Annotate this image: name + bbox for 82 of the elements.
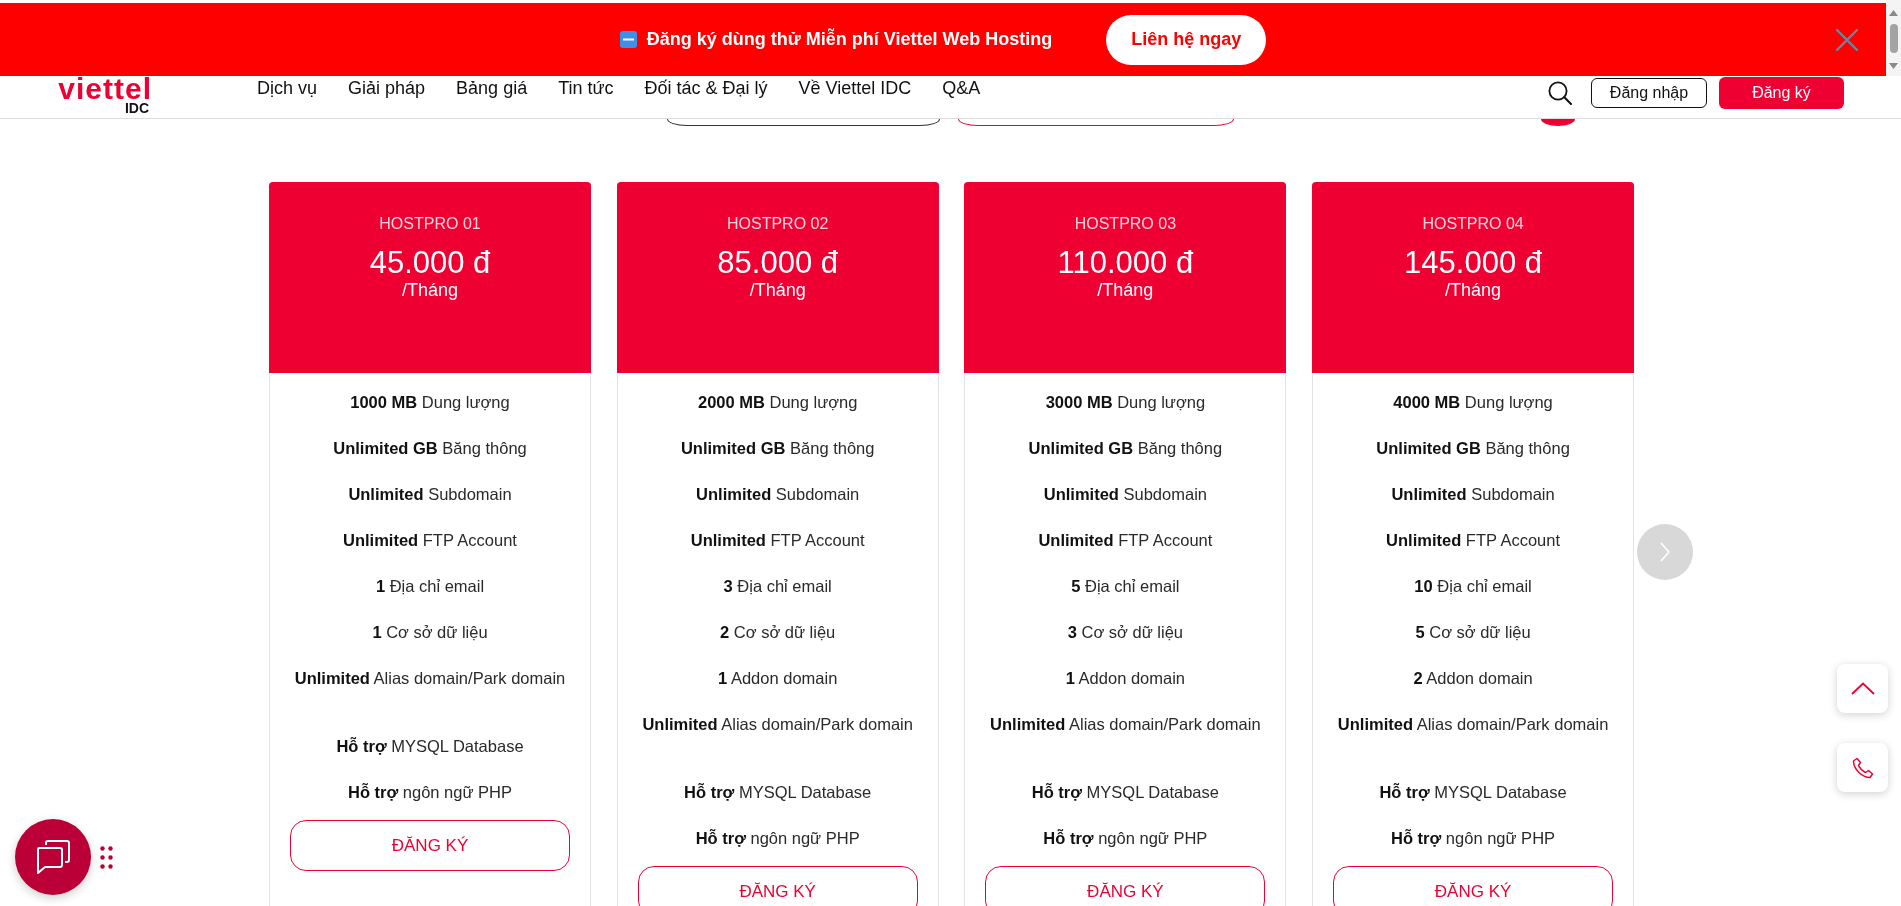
price-period: /Tháng (1097, 279, 1154, 301)
feature-text: Unlimited GB Băng thông (680, 438, 875, 458)
plan-price: 110.000 đ (1057, 246, 1194, 279)
scroll-down-icon[interactable] (1889, 63, 1898, 69)
feature-text: 3 Địa chỉ email (723, 576, 832, 596)
plan-name: HOSTPRO 03 (1074, 214, 1177, 234)
feature-text: Hỗ trợ MYSQL Database (1379, 782, 1567, 802)
logo-subtitle: IDC (124, 101, 149, 116)
register-button[interactable]: ĐĂNG KÝ (985, 866, 1266, 906)
feature-text: 4000 MB Dung lượng (1393, 392, 1553, 412)
logo-wordmark[interactable]: viettel (58, 77, 152, 101)
feature-text: Unlimited Subdomain (1043, 484, 1207, 504)
feature-text: 5 Cơ sở dữ liệu (1415, 622, 1531, 642)
feature-text: Unlimited GB Băng thông (1376, 438, 1570, 458)
feature-text: Hỗ trợ MYSQL Database (336, 736, 524, 756)
call-button[interactable] (1837, 743, 1888, 792)
feature-text: Hỗ trợ MYSQL Database (684, 782, 872, 802)
feature-text: Hỗ trợ MYSQL Database (1031, 782, 1219, 802)
feature-text: 5 Địa chỉ email (1071, 576, 1180, 596)
feature-text: Unlimited Alias domain/Park domain (642, 714, 913, 734)
nav-link[interactable]: Bảng giá (456, 77, 528, 99)
nav-link[interactable]: Giải pháp (348, 77, 426, 99)
feature-text: 1 Addon domain (718, 668, 838, 688)
drag-handle-icon[interactable] (100, 846, 113, 869)
plan-price: 85.000 đ (717, 246, 838, 279)
price-period: /Tháng (749, 279, 806, 301)
feature-text: Hỗ trợ ngôn ngữ PHP (1391, 828, 1556, 848)
feature-text: Unlimited Subdomain (1391, 484, 1555, 504)
scrollbar-thumb[interactable] (1889, 24, 1898, 53)
banner-text: Đăng ký dùng thử Miễn phí Viettel Web Hosting (646, 29, 1053, 50)
feature-text: 1000 MB Dung lượng (350, 392, 510, 412)
plan-name: HOSTPRO 02 (727, 214, 829, 234)
nav-link[interactable]: Q&A (942, 77, 981, 99)
plan-name: HOSTPRO 01 (379, 214, 481, 234)
feature-text: 2000 MB Dung lượng (697, 392, 858, 412)
feature-text: Unlimited Subdomain (696, 484, 860, 504)
feature-text: Hỗ trợ ngôn ngữ PHP (347, 782, 512, 802)
feature-text: 2 Addon domain (1413, 668, 1533, 688)
feature-text: 10 Địa chỉ email (1414, 576, 1532, 596)
nav-link[interactable]: Về Viettel IDC (798, 77, 912, 99)
chat-button[interactable] (15, 819, 91, 895)
feature-text: Unlimited Subdomain (348, 484, 512, 504)
feature-text: Hỗ trợ ngôn ngữ PHP (1043, 828, 1208, 848)
nav-link[interactable]: Đối tác & Đại lý (644, 77, 768, 99)
price-period: /Tháng (401, 279, 458, 301)
circle-button[interactable] (1541, 119, 1575, 126)
feature-text: Unlimited FTP Account (343, 530, 517, 550)
feature-text: 3 Cơ sở dữ liệu (1067, 622, 1183, 642)
feature-text: Unlimited GB Băng thông (1028, 438, 1223, 458)
feature-text: 3000 MB Dung lượng (1045, 392, 1206, 412)
feature-text: 2 Cơ sở dữ liệu (720, 622, 836, 642)
feature-text: Unlimited FTP Account (690, 530, 865, 550)
contact-button[interactable]: Liên hệ ngay (1106, 14, 1267, 65)
phone-icon (1851, 756, 1874, 779)
register-button[interactable]: Đăng ký (1719, 77, 1844, 109)
feature-text: 1 Địa chỉ email (375, 576, 485, 596)
search-icon[interactable] (1548, 81, 1572, 105)
scroll-top-button[interactable] (1837, 664, 1888, 713)
scroll-up-icon[interactable] (1889, 10, 1898, 16)
feature-text: Unlimited Alias domain/Park domain (990, 714, 1261, 734)
chevron-right-icon (1660, 542, 1670, 562)
feature-text: 1 Addon domain (1065, 668, 1185, 688)
chevron-up-icon (1850, 682, 1875, 695)
feature-text: Unlimited GB Băng thông (333, 438, 527, 458)
feature-text: 1 Cơ sở dữ liệu (372, 622, 488, 642)
plan-price: 45.000 đ (369, 246, 491, 279)
feature-text: Unlimited FTP Account (1386, 530, 1560, 550)
nav-link[interactable]: Dịch vụ (257, 77, 318, 99)
plan-name: HOSTPRO 04 (1422, 214, 1524, 234)
chat-bubbles-icon (36, 840, 70, 874)
badge-icon (619, 31, 637, 48)
login-button[interactable]: Đăng nhập (1591, 78, 1707, 108)
price-period: /Tháng (1445, 279, 1502, 301)
register-button[interactable]: ĐĂNG KÝ (637, 866, 918, 906)
register-button[interactable]: ĐĂNG KÝ (290, 820, 570, 871)
feature-text: Unlimited Alias domain/Park domain (1337, 714, 1609, 734)
feature-text: Unlimited Alias domain/Park domain (294, 668, 566, 688)
feature-text: Hỗ trợ ngôn ngữ PHP (695, 828, 860, 848)
register-button[interactable]: ĐĂNG KÝ (1333, 866, 1614, 906)
plan-price: 145.000 đ (1404, 246, 1542, 279)
feature-text: Unlimited FTP Account (1038, 530, 1213, 550)
nav-link[interactable]: Tin tức (558, 77, 614, 99)
